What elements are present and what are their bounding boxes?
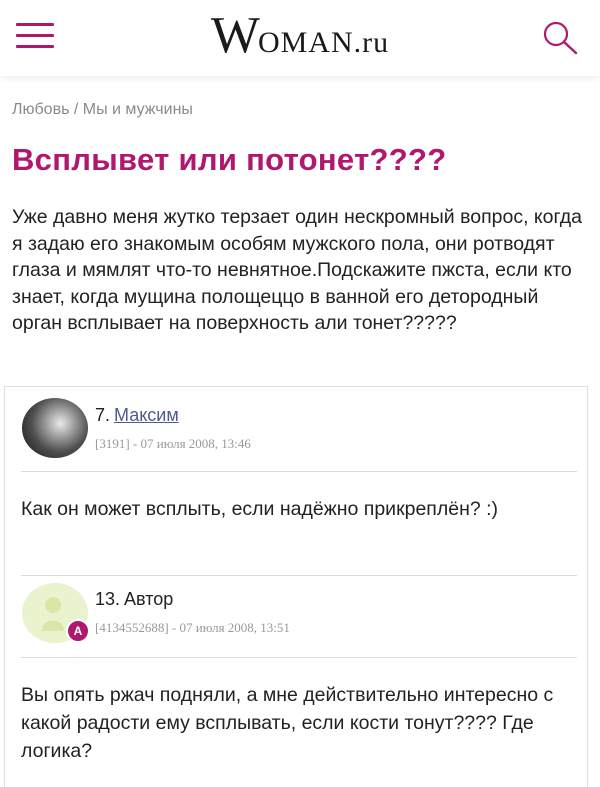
divider (21, 575, 577, 576)
comments-list: 7. Максим [3191] - 07 июля 2008, 13:46 Ка… (4, 386, 588, 787)
comment-meta: [4134552688] - 07 июля 2008, 13:51 (95, 620, 290, 635)
search-icon[interactable] (541, 20, 581, 56)
breadcrumb-separator: / (69, 101, 83, 118)
avatar[interactable] (22, 398, 88, 458)
breadcrumb: Любовь / Мы и мужчины (12, 101, 193, 119)
breadcrumb-link-men[interactable]: Мы и мужчины (83, 101, 193, 118)
site-header: WOMAN.ru (0, 0, 600, 76)
site-logo[interactable]: WOMAN.ru (0, 6, 600, 65)
divider (21, 657, 577, 658)
breadcrumb-link-love[interactable]: Любовь (12, 101, 69, 118)
comment-header: 7. Максим (95, 405, 179, 426)
comment-text: Вы опять ржач подняли, а мне действитель… (21, 684, 554, 762)
logo-initial: W (210, 7, 260, 64)
comment-number: 13. (95, 589, 121, 609)
divider (21, 471, 577, 472)
comment-number: 7. (95, 405, 111, 425)
logo-suffix: .ru (353, 26, 390, 59)
comment-author: Автор (124, 589, 174, 609)
comment-header: 13. Автор (95, 589, 173, 610)
page-title: Всплывет или потонет???? (12, 142, 447, 177)
comment-meta: [3191] - 07 июля 2008, 13:46 (95, 436, 251, 451)
avatar[interactable]: А (22, 583, 90, 643)
comment-author-link[interactable]: Максим (114, 405, 179, 425)
question-text: Уже давно меня жутко терзает один нескро… (12, 206, 582, 334)
logo-caps: OMAN (257, 26, 354, 59)
comment-text: Как он может всплыть, если надёжно прикр… (21, 498, 499, 520)
author-badge: А (66, 619, 90, 643)
